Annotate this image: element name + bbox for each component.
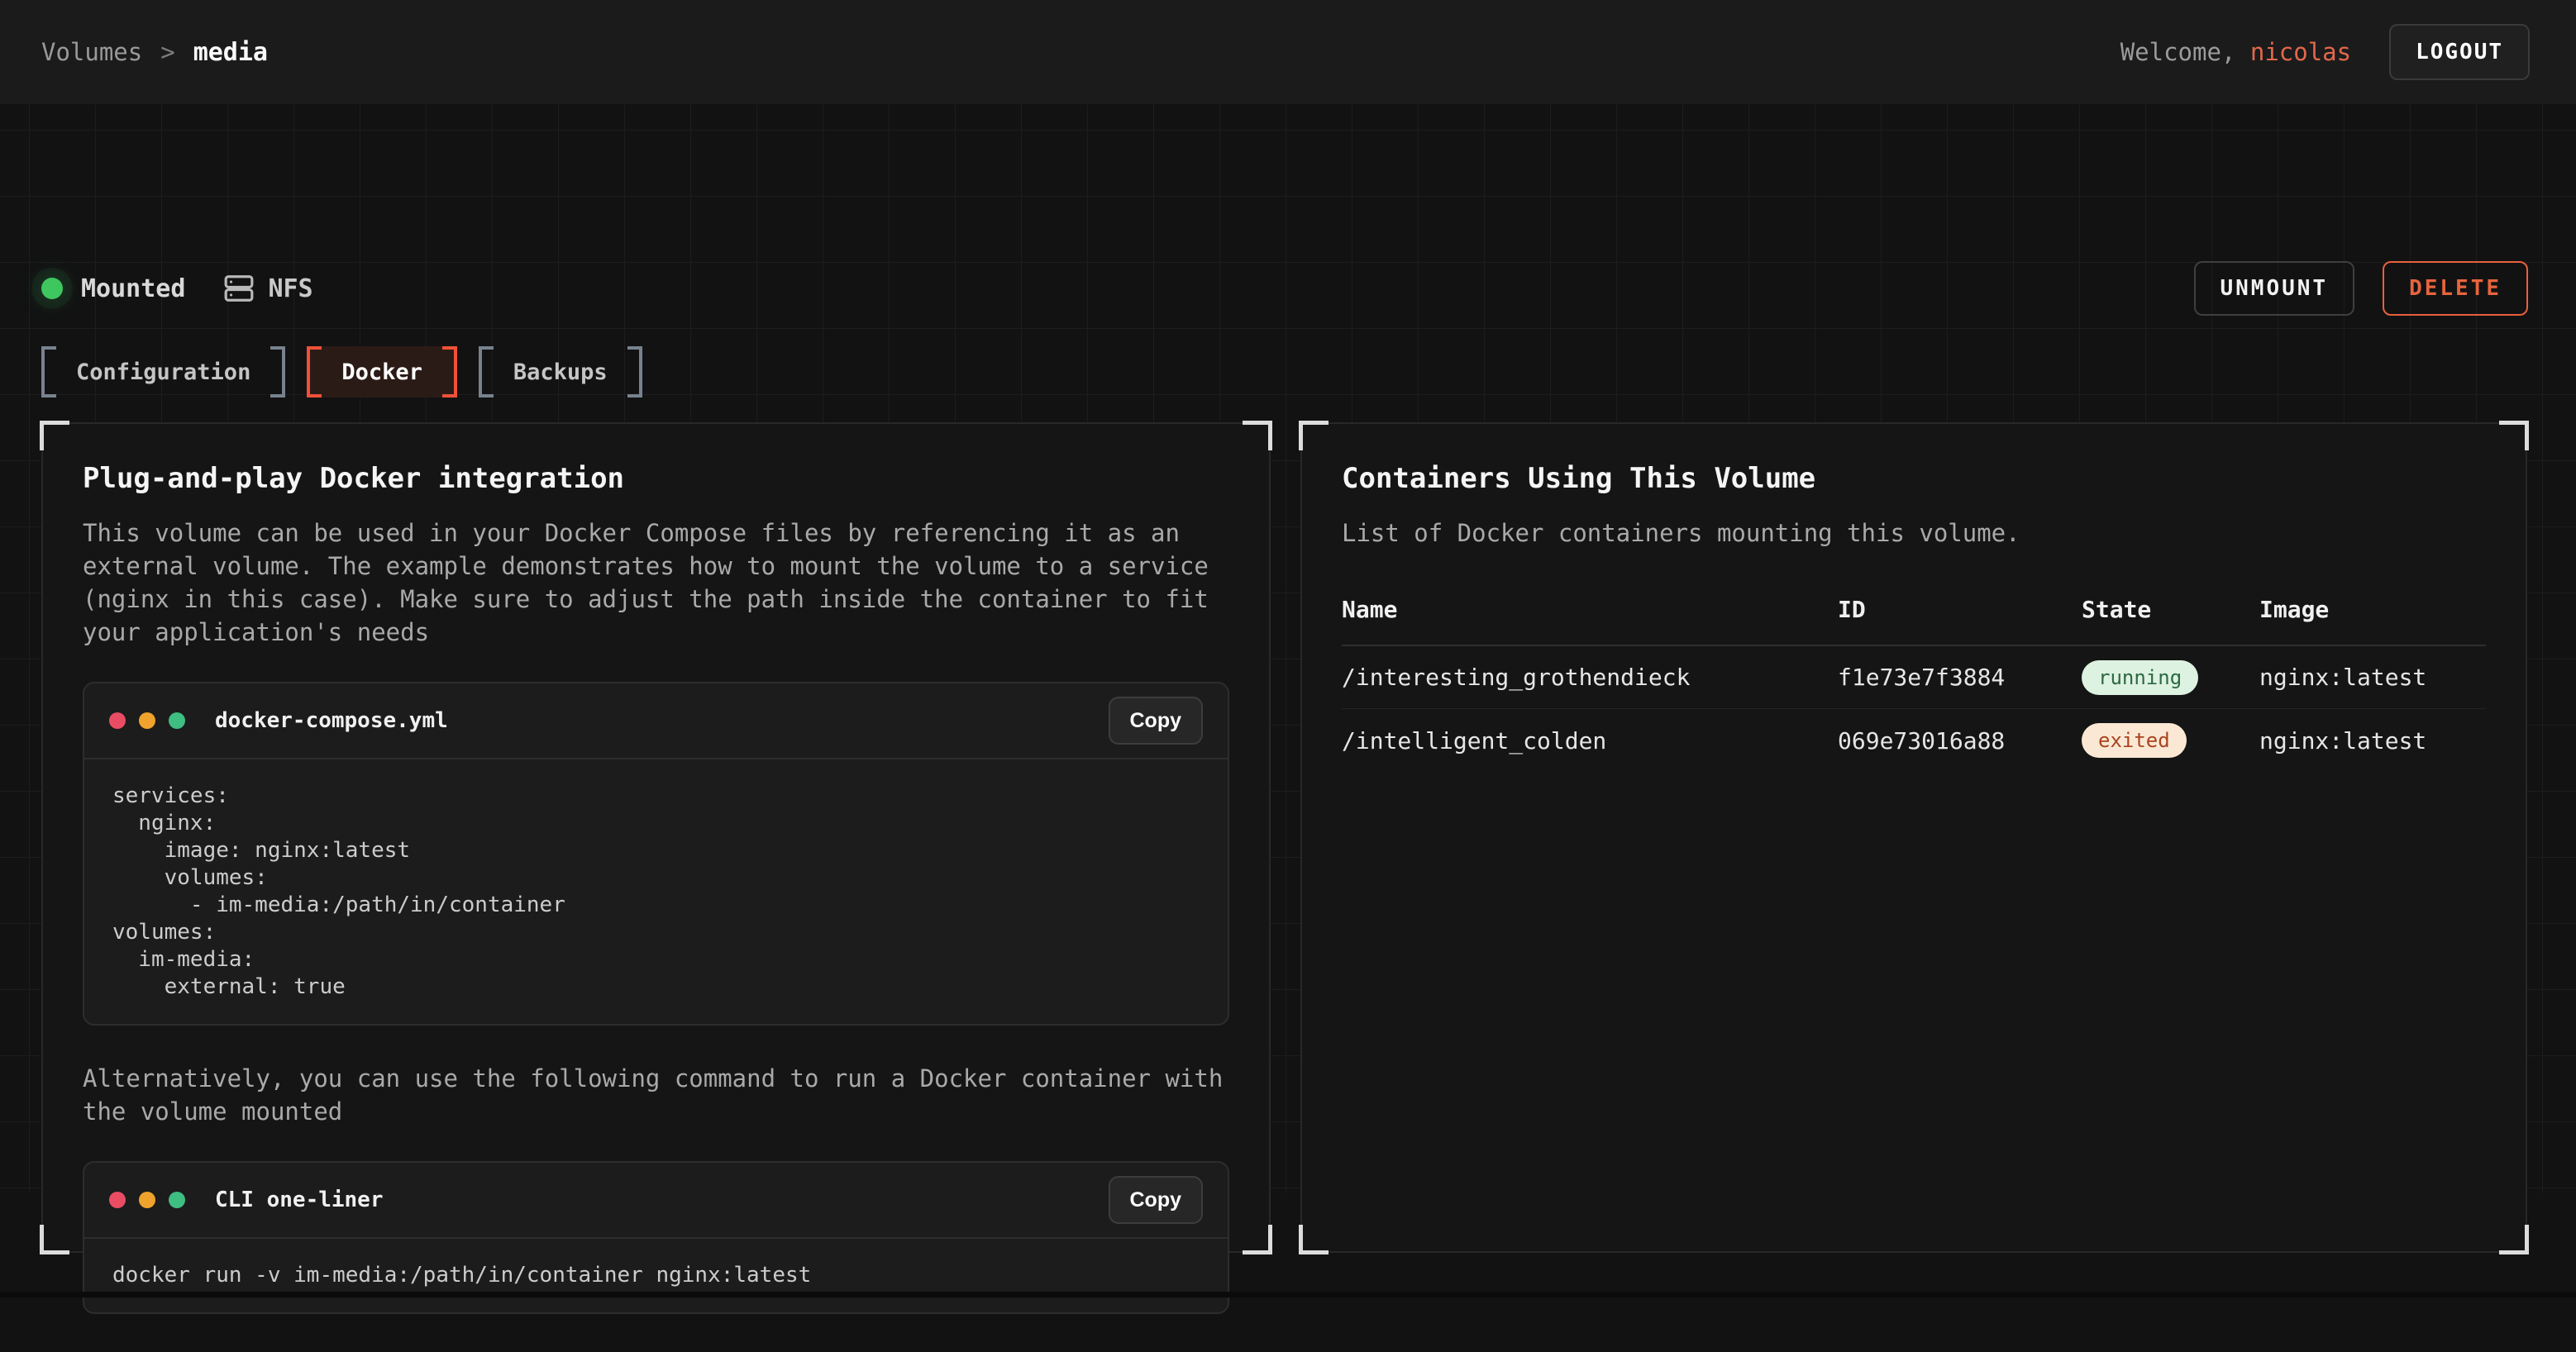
tab-configuration[interactable]: Configuration xyxy=(41,346,285,398)
server-icon xyxy=(223,273,255,304)
next-section-edge xyxy=(0,1292,2576,1297)
containers-panel: Containers Using This Volume List of Doc… xyxy=(1300,422,2527,1253)
window-dots xyxy=(109,712,185,729)
compose-code-block: docker-compose.yml Copy services: nginx:… xyxy=(83,682,1229,1026)
tab-bracket-left-icon xyxy=(307,346,322,398)
window-dot-yellow-icon xyxy=(139,712,155,729)
tab-bracket-right-icon xyxy=(627,346,642,398)
logout-button[interactable]: LOGOUT xyxy=(2389,24,2530,80)
cli-code-body: docker run -v im-media:/path/in/containe… xyxy=(84,1239,1228,1312)
welcome-prefix: Welcome, xyxy=(2120,38,2250,66)
docker-panel-title: Plug-and-play Docker integration xyxy=(83,462,1229,495)
compose-code-header: docker-compose.yml Copy xyxy=(84,683,1228,759)
column-header-name: Name xyxy=(1342,596,1838,623)
breadcrumb-separator-icon: > xyxy=(160,38,174,66)
container-row: /intelligent_colden 069e73016a88 exited … xyxy=(1342,709,2486,772)
container-name: /interesting_grothendieck xyxy=(1342,664,1838,691)
user-area: Welcome, nicolas LOGOUT xyxy=(2120,24,2530,80)
compose-filename: docker-compose.yml xyxy=(215,708,448,733)
panel-corner-bracket-icon xyxy=(2499,1225,2529,1254)
breadcrumb: Volumes > media xyxy=(41,38,268,67)
containers-panel-title: Containers Using This Volume xyxy=(1342,462,2486,495)
panel-corner-bracket-icon xyxy=(2499,421,2529,450)
volume-actions: UNMOUNT DELETE xyxy=(2194,261,2529,316)
panel-corner-bracket-icon xyxy=(1299,1225,1329,1254)
tab-bracket-right-icon xyxy=(442,346,457,398)
window-dot-red-icon xyxy=(109,712,126,729)
unmount-button[interactable]: UNMOUNT xyxy=(2194,261,2355,316)
username: nicolas xyxy=(2250,38,2351,66)
tab-docker-label: Docker xyxy=(341,359,422,385)
mount-status-label: Mounted xyxy=(81,274,185,303)
mounted-status-dot-icon xyxy=(41,278,63,299)
tab-configuration-label: Configuration xyxy=(76,359,250,385)
column-header-image: Image xyxy=(2259,596,2486,623)
welcome-text: Welcome, nicolas xyxy=(2120,38,2351,66)
container-image: nginx:latest xyxy=(2259,727,2486,755)
top-bar: Volumes > media Welcome, nicolas LOGOUT xyxy=(0,0,2576,104)
tab-docker[interactable]: Docker xyxy=(307,346,457,398)
filesystem-type-label: NFS xyxy=(268,274,312,303)
tab-bracket-left-icon xyxy=(479,346,494,398)
cli-code-header: CLI one-liner Copy xyxy=(84,1163,1228,1239)
window-dots xyxy=(109,1192,185,1208)
copy-compose-button[interactable]: Copy xyxy=(1109,697,1204,745)
window-dot-green-icon xyxy=(169,1192,185,1208)
container-id: f1e73e7f3884 xyxy=(1838,664,2082,691)
panel-corner-bracket-icon xyxy=(40,421,69,450)
volume-status-row: Mounted NFS UNMOUNT DELETE xyxy=(41,259,2528,317)
cli-intro-text: Alternatively, you can use the following… xyxy=(83,1062,1229,1128)
container-image: nginx:latest xyxy=(2259,664,2486,691)
container-row: /interesting_grothendieck f1e73e7f3884 r… xyxy=(1342,646,2486,709)
containers-panel-subtitle: List of Docker containers mounting this … xyxy=(1342,517,2486,550)
panel-corner-bracket-icon xyxy=(1243,421,1272,450)
compose-code-text: services: nginx: image: nginx:latest vol… xyxy=(112,783,1200,1001)
main-content: Mounted NFS UNMOUNT DELETE Configuration… xyxy=(0,104,2576,1193)
column-header-state: State xyxy=(2082,596,2259,623)
container-state-badge: exited xyxy=(2082,723,2187,758)
compose-code-body: services: nginx: image: nginx:latest vol… xyxy=(84,759,1228,1024)
container-id: 069e73016a88 xyxy=(1838,727,2082,755)
window-dot-yellow-icon xyxy=(139,1192,155,1208)
window-dot-red-icon xyxy=(109,1192,126,1208)
tab-backups-label: Backups xyxy=(513,359,608,385)
breadcrumb-volumes-link[interactable]: Volumes xyxy=(41,38,142,66)
volume-tabs: Configuration Docker Backups xyxy=(41,346,642,398)
panel-corner-bracket-icon xyxy=(1243,1225,1272,1254)
containers-table: Name ID State Image /interesting_grothen… xyxy=(1342,596,2486,772)
volume-status-group: Mounted NFS xyxy=(41,273,313,304)
container-state-badge: running xyxy=(2082,660,2198,695)
delete-button[interactable]: DELETE xyxy=(2383,261,2528,316)
cli-code-text: docker run -v im-media:/path/in/containe… xyxy=(112,1262,1200,1289)
panel-corner-bracket-icon xyxy=(40,1225,69,1254)
containers-table-header: Name ID State Image xyxy=(1342,596,2486,646)
window-dot-green-icon xyxy=(169,712,185,729)
tab-backups[interactable]: Backups xyxy=(479,346,642,398)
docker-integration-panel: Plug-and-play Docker integration This vo… xyxy=(41,422,1271,1253)
container-name: /intelligent_colden xyxy=(1342,727,1838,755)
copy-cli-button[interactable]: Copy xyxy=(1109,1176,1204,1224)
column-header-id: ID xyxy=(1838,596,2082,623)
panel-corner-bracket-icon xyxy=(1299,421,1329,450)
breadcrumb-current-volume: media xyxy=(193,38,268,67)
tab-bracket-right-icon xyxy=(270,346,285,398)
cli-filename: CLI one-liner xyxy=(215,1188,384,1212)
docker-panel-description: This volume can be used in your Docker C… xyxy=(83,517,1229,649)
tab-bracket-left-icon xyxy=(41,346,56,398)
